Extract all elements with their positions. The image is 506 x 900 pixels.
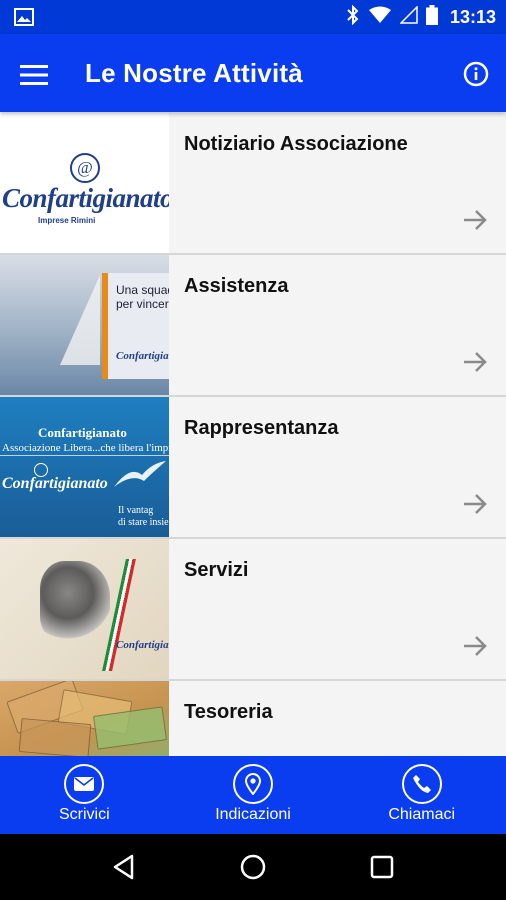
list-item-body: Rappresentanza <box>169 397 506 537</box>
directions-button[interactable]: Indicazioni <box>169 756 338 834</box>
mail-icon[interactable] <box>64 764 105 804</box>
arrow-right-icon[interactable] <box>462 493 488 520</box>
write-button[interactable]: Scrivici <box>0 756 169 834</box>
list-item-notiziario[interactable]: @ Confartigianato Imprese Rimini Notizia… <box>0 113 506 255</box>
list-item-tesoreria[interactable]: Tesoreria <box>0 681 506 756</box>
thumbnail-tagline: Associazione Libera...che libera l'impre… <box>2 442 169 454</box>
arrow-right-icon[interactable] <box>462 635 488 662</box>
recents-icon[interactable] <box>360 845 404 889</box>
list-item-title: Servizi <box>184 559 249 581</box>
battery-icon <box>425 4 438 30</box>
app-bar: Le Nostre Attività <box>0 34 506 112</box>
list-item-servizi[interactable]: Confartigianato Servizi <box>0 539 506 681</box>
gallery-icon <box>14 8 34 31</box>
list-item-body: Notiziario Associazione <box>169 113 506 253</box>
page-title: Le Nostre Attività <box>85 58 303 88</box>
activity-list[interactable]: @ Confartigianato Imprese Rimini Notizia… <box>0 113 506 756</box>
thumbnail-brand-text: Confartigianato <box>116 350 169 362</box>
arrow-right-icon[interactable] <box>462 209 488 236</box>
call-button[interactable]: Chiamaci <box>337 756 506 834</box>
sailboat-graphic <box>20 275 100 365</box>
list-item-title: Rappresentanza <box>184 417 339 439</box>
list-item-title: Assistenza <box>184 275 289 297</box>
thumbnail-confartigianato-logo: @ Confartigianato Imprese Rimini <box>0 113 169 253</box>
list-item-body: Servizi <box>169 539 506 679</box>
bottom-action-bar: Scrivici Indicazioni Chiamaci <box>0 756 506 834</box>
seagull-graphic <box>114 461 166 487</box>
status-time: 13:13 <box>449 6 496 27</box>
info-icon[interactable] <box>458 56 494 92</box>
write-label: Scrivici <box>59 806 110 823</box>
thumbnail-brand-text: Confartigianato <box>2 475 108 492</box>
status-bar: 13:13 <box>0 0 506 34</box>
list-item-title: Notiziario Associazione <box>184 133 408 155</box>
list-item-body: Assistenza <box>169 255 506 395</box>
thumbnail-title-text: Confartigianato <box>38 425 127 440</box>
back-icon[interactable] <box>102 845 146 889</box>
list-item-rappresentanza[interactable]: Confartigianato Associazione Libera...ch… <box>0 397 506 539</box>
banknote-graphic <box>18 718 92 756</box>
bluetooth-icon <box>346 4 360 30</box>
signal-icon <box>399 4 418 29</box>
wifi-icon <box>368 6 392 29</box>
thumbnail-banknotes <box>0 681 169 756</box>
sketch-graphic <box>40 561 110 641</box>
list-item-title: Tesoreria <box>184 701 273 723</box>
thumbnail-divider <box>0 455 169 456</box>
thumbnail-sailboat: Una squadper vincere Confartigianato <box>0 255 169 395</box>
thumbnail-brand-text: Confartigianato <box>116 639 169 651</box>
thumbnail-slogan: Una squadper vincere <box>116 283 169 311</box>
list-item-assistenza[interactable]: Una squadper vincere Confartigianato Ass… <box>0 255 506 397</box>
hamburger-menu-icon[interactable] <box>14 55 54 95</box>
thumbnail-seagull: Confartigianato Associazione Libera...ch… <box>0 397 169 537</box>
thumbnail-sub-text: Imprese Rimini <box>38 216 96 225</box>
home-icon[interactable] <box>231 845 275 889</box>
thumbnail-caption: Il vantag di stare insie <box>118 505 169 528</box>
thumbnail-brand-text: Confartigianato <box>2 183 169 213</box>
arrow-right-icon[interactable] <box>462 351 488 378</box>
confartigianato-mark: @ <box>70 153 100 183</box>
location-pin-icon[interactable] <box>233 764 273 804</box>
system-nav-bar <box>0 834 506 900</box>
call-label: Chiamaci <box>388 806 456 823</box>
directions-label: Indicazioni <box>215 806 291 823</box>
phone-icon[interactable] <box>401 764 442 804</box>
thumbnail-sketch: Confartigianato <box>0 539 169 679</box>
list-item-body: Tesoreria <box>169 681 506 756</box>
